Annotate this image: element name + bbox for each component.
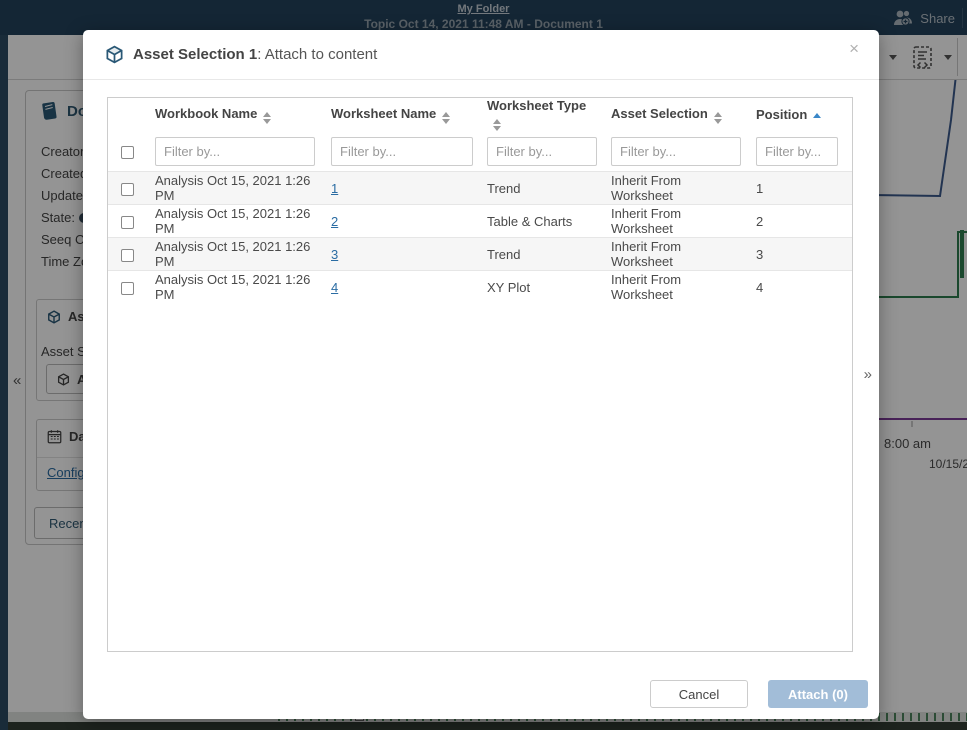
close-icon[interactable]: ×	[849, 40, 859, 57]
filter-asset-selection-input[interactable]	[611, 137, 741, 166]
column-header-worksheet-name[interactable]: Worksheet Name	[320, 106, 476, 124]
column-header-workbook-name[interactable]: Workbook Name	[144, 106, 320, 124]
filter-worksheet-type-input[interactable]	[487, 137, 597, 166]
table-body: Analysis Oct 15, 2021 1:26 PM 1 Trend In…	[108, 171, 852, 303]
attach-button[interactable]: Attach (0)	[768, 680, 868, 708]
cell-asset-selection: Inherit From Worksheet	[600, 239, 745, 269]
cell-asset-selection: Inherit From Worksheet	[600, 272, 745, 302]
row-checkbox[interactable]	[121, 183, 134, 196]
column-header-position[interactable]: Position	[745, 107, 852, 122]
cell-position: 4	[745, 280, 852, 295]
worksheet-link[interactable]: 4	[331, 280, 338, 295]
worksheet-link[interactable]: 3	[331, 247, 338, 262]
cell-worksheet-type: Trend	[476, 181, 600, 196]
cell-position: 3	[745, 247, 852, 262]
filter-row	[108, 131, 852, 171]
select-all-checkbox[interactable]	[121, 146, 134, 159]
modal-header: Asset Selection 1: Attach to content ×	[83, 30, 879, 80]
filter-position-input[interactable]	[756, 137, 838, 166]
worksheet-link[interactable]: 2	[331, 214, 338, 229]
column-header-asset-selection[interactable]: Asset Selection	[600, 106, 745, 124]
modal-title: Asset Selection 1: Attach to content	[133, 46, 377, 63]
cell-workbook-name: Analysis Oct 15, 2021 1:26 PM	[144, 272, 320, 302]
expand-preview-chevron-icon[interactable]: »	[864, 366, 872, 383]
attach-to-content-modal: Asset Selection 1: Attach to content × W…	[83, 30, 879, 719]
cell-workbook-name: Analysis Oct 15, 2021 1:26 PM	[144, 206, 320, 236]
cell-workbook-name: Analysis Oct 15, 2021 1:26 PM	[144, 173, 320, 203]
filter-worksheet-name-input[interactable]	[331, 137, 473, 166]
sort-icon[interactable]	[263, 112, 271, 124]
row-checkbox[interactable]	[121, 216, 134, 229]
worksheet-table: Workbook Name Worksheet Name Worksheet T…	[107, 97, 853, 652]
sort-icon[interactable]	[442, 112, 450, 124]
table-row[interactable]: Analysis Oct 15, 2021 1:26 PM 1 Trend In…	[108, 171, 852, 204]
cell-asset-selection: Inherit From Worksheet	[600, 173, 745, 203]
cell-position: 2	[745, 214, 852, 229]
cancel-button[interactable]: Cancel	[650, 680, 748, 708]
column-header-worksheet-type[interactable]: Worksheet Type	[476, 98, 600, 131]
cell-worksheet-type: Table & Charts	[476, 214, 600, 229]
sort-ascending-icon[interactable]	[813, 113, 821, 118]
row-checkbox[interactable]	[121, 282, 134, 295]
cell-asset-selection: Inherit From Worksheet	[600, 206, 745, 236]
cell-worksheet-type: Trend	[476, 247, 600, 262]
sort-icon[interactable]	[714, 112, 722, 124]
table-row[interactable]: Analysis Oct 15, 2021 1:26 PM 2 Table & …	[108, 204, 852, 237]
filter-workbook-input[interactable]	[155, 137, 315, 166]
table-row[interactable]: Analysis Oct 15, 2021 1:26 PM 3 Trend In…	[108, 237, 852, 270]
table-header-row: Workbook Name Worksheet Name Worksheet T…	[108, 98, 852, 131]
row-checkbox[interactable]	[121, 249, 134, 262]
sort-icon[interactable]	[493, 119, 501, 131]
cell-worksheet-type: XY Plot	[476, 280, 600, 295]
worksheet-link[interactable]: 1	[331, 181, 338, 196]
modal-footer: Cancel Attach (0)	[650, 680, 868, 708]
table-row[interactable]: Analysis Oct 15, 2021 1:26 PM 4 XY Plot …	[108, 270, 852, 303]
cell-workbook-name: Analysis Oct 15, 2021 1:26 PM	[144, 239, 320, 269]
cell-position: 1	[745, 181, 852, 196]
asset-cube-icon	[105, 45, 124, 64]
